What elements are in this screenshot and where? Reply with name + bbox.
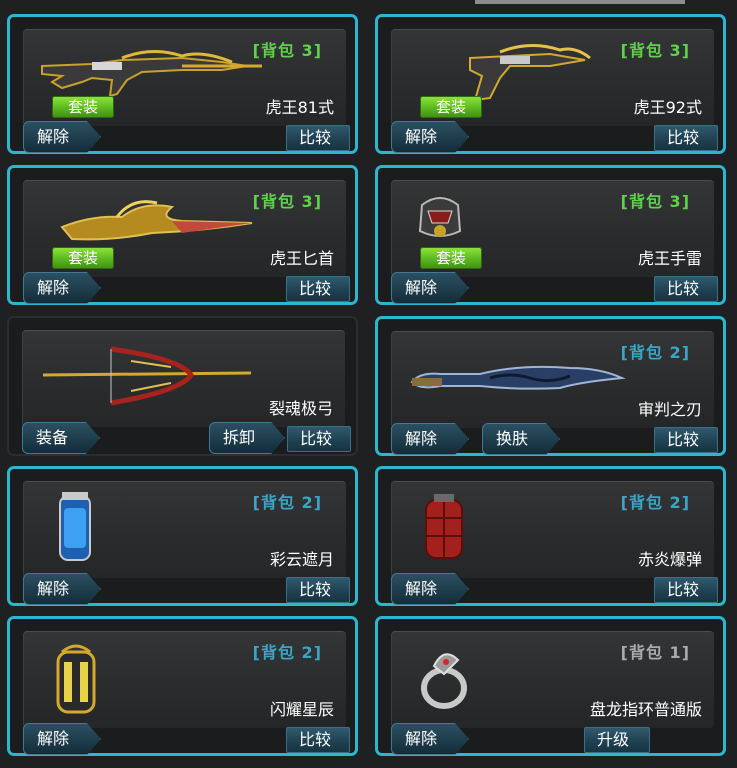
red-grenade-icon [400,488,640,574]
equipment-card-tiger-dagger[interactable]: [背包 3] 套装 虎王匕首 解除 比较 [7,165,358,305]
equipment-grid: [背包 3] 套装 虎王81式 解除 比较 [背包 3] 套装 虎王92式 解除… [7,14,730,768]
blade-icon [400,338,640,424]
item-name: 彩云遮月 [269,550,334,569]
bag-badge: [背包 3] [620,41,690,60]
unequip-button[interactable]: 解除 [23,573,101,605]
item-panel: [背包 2] 审判之刃 [391,331,714,428]
bag-badge: [背包 2] [620,493,690,512]
compare-button[interactable]: 比较 [654,577,718,603]
item-name: 赤炎爆弹 [637,550,702,569]
bag-badge: [背包 3] [252,192,322,211]
unequip-button[interactable]: 解除 [391,573,469,605]
item-panel: 裂魂极弓 [22,330,345,427]
compare-button[interactable]: 比较 [654,125,718,151]
item-panel: [背包 3] 套装 虎王手雷 [391,180,714,277]
suit-badge: 套装 [420,247,482,269]
upgrade-button[interactable]: 升级 [584,727,650,753]
item-name: 虎王92式 [633,98,702,117]
compare-button[interactable]: 比较 [654,276,718,302]
bag-badge: [背包 2] [252,493,322,512]
equipment-card-tiger-92[interactable]: [背包 3] 套装 虎王92式 解除 比较 [375,14,726,154]
item-name: 裂魂极弓 [268,399,333,418]
equipment-card-shining-stars[interactable]: [背包 2] 闪耀星辰 解除 比较 [7,616,358,756]
unequip-button[interactable]: 解除 [23,272,101,304]
item-name: 虎王手雷 [637,249,702,268]
item-panel: [背包 1] 盘龙指环普通版 [391,631,714,728]
item-panel: [背包 2] 彩云遮月 [23,481,346,578]
item-name: 虎王81式 [265,98,334,117]
compare-button[interactable]: 比较 [287,426,351,452]
item-name: 虎王匕首 [269,249,334,268]
unequip-button[interactable]: 解除 [391,723,469,755]
equipment-card-dragon-ring[interactable]: [背包 1] 盘龙指环普通版 解除 升级 [375,616,726,756]
item-panel: [背包 3] 套装 虎王92式 [391,29,714,126]
item-name: 闪耀星辰 [269,700,334,719]
unequip-button[interactable]: 解除 [391,423,469,455]
dismantle-button[interactable]: 拆卸 [209,422,285,454]
gold-canister-icon [32,638,272,724]
equipment-card-tiger-81[interactable]: [背包 3] 套装 虎王81式 解除 比较 [7,14,358,154]
bow-icon [31,337,271,423]
unequip-button[interactable]: 解除 [391,272,469,304]
equipment-card-colorful-cloud[interactable]: [背包 2] 彩云遮月 解除 比较 [7,466,358,606]
equipment-card-judgment-blade[interactable]: [背包 2] 审判之刃 解除 换肤 比较 [375,316,726,456]
equip-button[interactable]: 装备 [22,422,100,454]
suit-badge: 套装 [420,96,482,118]
item-panel: [背包 2] 闪耀星辰 [23,631,346,728]
item-panel: [背包 3] 套装 虎王81式 [23,29,346,126]
bag-badge: [背包 2] [252,643,322,662]
item-name: 审判之刃 [637,400,702,419]
compare-button[interactable]: 比较 [286,727,350,753]
bag-badge: [背包 3] [252,41,322,60]
bag-badge: [背包 2] [620,343,690,362]
suit-badge: 套装 [52,247,114,269]
compare-button[interactable]: 比较 [286,125,350,151]
unequip-button[interactable]: 解除 [391,121,469,153]
compare-button[interactable]: 比较 [654,427,718,453]
canister-grenade-icon [32,488,272,574]
compare-button[interactable]: 比较 [286,276,350,302]
equipment-card-soul-bow[interactable]: 裂魂极弓 装备 拆卸 比较 [7,316,358,456]
bag-badge: [背包 3] [620,192,690,211]
bag-badge: [背包 1] [620,643,690,662]
equipment-card-tiger-grenade[interactable]: [背包 3] 套装 虎王手雷 解除 比较 [375,165,726,305]
unequip-button[interactable]: 解除 [23,121,101,153]
suit-badge: 套装 [52,96,114,118]
equipment-card-red-flame-bomb[interactable]: [背包 2] 赤炎爆弹 解除 比较 [375,466,726,606]
item-panel: [背包 3] 套装 虎王匕首 [23,180,346,277]
item-name: 盘龙指环普通版 [589,700,702,719]
unequip-button[interactable]: 解除 [23,723,101,755]
change-skin-button[interactable]: 换肤 [482,423,560,455]
compare-button[interactable]: 比较 [286,577,350,603]
top-scrollbar-hint [475,0,685,4]
item-panel: [背包 2] 赤炎爆弹 [391,481,714,578]
